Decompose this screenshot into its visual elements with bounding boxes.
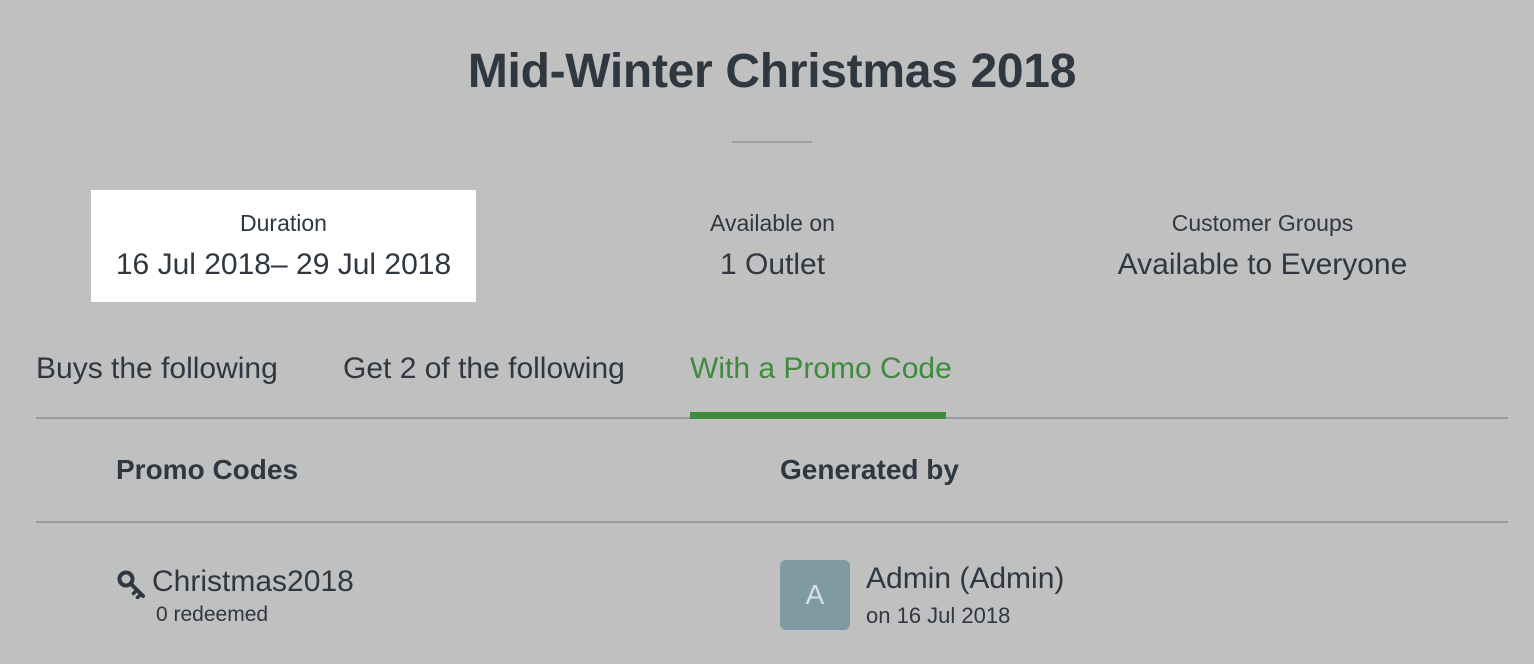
page-title: Mid-Winter Christmas 2018	[467, 45, 1077, 98]
customer-groups-label: Customer Groups	[1171, 210, 1354, 236]
tab-with-a-promo-code[interactable]: With a Promo Code	[690, 352, 952, 386]
generated-on-date: on 16 Jul 2018	[866, 603, 1011, 628]
tab-buys-the-following[interactable]: Buys the following	[36, 352, 278, 386]
column-header-generated-by: Generated by	[780, 454, 959, 485]
customer-groups-card[interactable]: Customer Groups Available to Everyone	[1070, 190, 1455, 302]
customer-groups-value: Available to Everyone	[1117, 248, 1408, 281]
table-header-divider	[36, 521, 1508, 523]
available-on-card[interactable]: Available on 1 Outlet	[580, 190, 965, 302]
available-on-label: Available on	[710, 210, 835, 236]
avatar: A	[780, 560, 850, 630]
title-divider	[732, 141, 812, 143]
column-header-promo-codes: Promo Codes	[116, 454, 299, 485]
promo-code-redeemed-count: 0 redeemed	[156, 603, 269, 626]
generated-by-name: Admin (Admin)	[866, 562, 1065, 595]
tab-get-2-of-the-following[interactable]: Get 2 of the following	[343, 352, 625, 386]
duration-label: Duration	[240, 210, 327, 236]
key-icon	[117, 570, 145, 599]
duration-card[interactable]: Duration 16 Jul 2018– 29 Jul 2018	[91, 190, 476, 302]
promo-code-name[interactable]: Christmas2018	[152, 565, 354, 599]
active-tab-indicator	[690, 412, 946, 419]
tab-bar: Buys the following Get 2 of the followin…	[36, 340, 1508, 420]
available-on-value: 1 Outlet	[719, 248, 826, 281]
duration-value: 16 Jul 2018– 29 Jul 2018	[115, 248, 452, 281]
